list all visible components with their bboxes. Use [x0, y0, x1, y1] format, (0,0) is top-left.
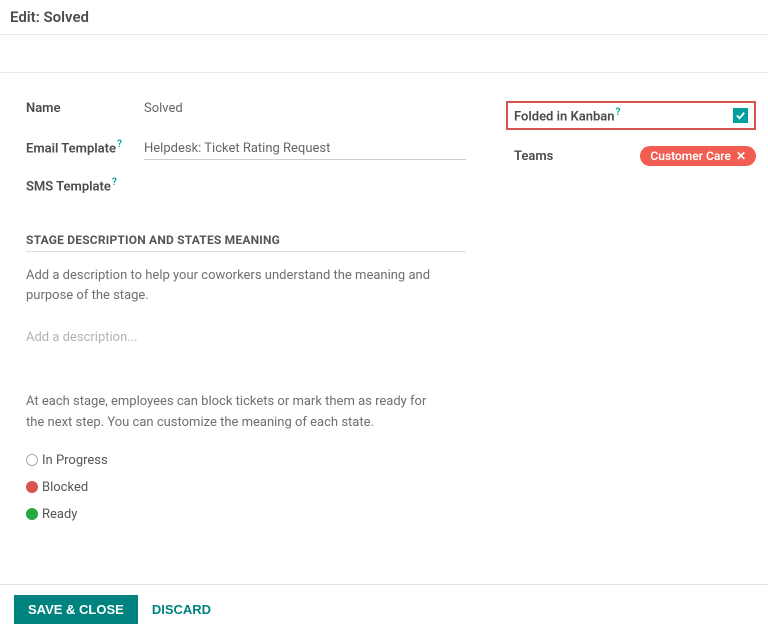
team-tag[interactable]: Customer Care ✕: [640, 146, 756, 166]
state-label: In Progress: [42, 453, 108, 468]
toolbar-spacer: [0, 35, 768, 73]
folded-checkbox[interactable]: [733, 108, 748, 123]
save-close-button[interactable]: SAVE & CLOSE: [14, 595, 138, 624]
state-dot-icon: [26, 508, 38, 520]
state-blocked[interactable]: Blocked: [26, 480, 466, 495]
tag-label: Customer Care: [650, 149, 731, 163]
right-column: Folded in Kanban? Teams Customer Care ✕: [506, 101, 756, 534]
state-ready[interactable]: Ready: [26, 507, 466, 522]
state-in-progress[interactable]: In Progress: [26, 453, 466, 468]
name-label: Name: [26, 101, 144, 116]
dialog-footer: SAVE & CLOSE DISCARD: [0, 584, 768, 634]
state-label: Ready: [42, 507, 77, 522]
name-value[interactable]: Solved: [144, 101, 466, 116]
sms-template-label: SMS Template?: [26, 177, 144, 194]
email-template-label: Email Template?: [26, 139, 144, 156]
description-placeholder[interactable]: Add a description...: [26, 328, 446, 348]
email-template-value[interactable]: [144, 139, 466, 160]
field-teams: Teams Customer Care ✕: [506, 146, 756, 166]
folded-label: Folded in Kanban?: [514, 107, 723, 124]
left-column: Name Solved Email Template? SMS Template…: [26, 101, 466, 534]
state-dot-icon: [26, 454, 38, 466]
remove-icon[interactable]: ✕: [736, 149, 746, 163]
check-icon: [735, 110, 746, 121]
dialog-header: Edit: Solved: [0, 0, 768, 35]
help-icon[interactable]: ?: [112, 177, 117, 188]
help-icon[interactable]: ?: [117, 139, 122, 150]
help-icon[interactable]: ?: [616, 107, 621, 118]
field-folded-kanban: Folded in Kanban?: [506, 101, 756, 130]
state-dot-icon: [26, 481, 38, 493]
field-name: Name Solved: [26, 101, 466, 125]
email-template-input[interactable]: [144, 139, 466, 160]
teams-label: Teams: [514, 149, 640, 164]
states-list: In Progress Blocked Ready: [26, 453, 466, 522]
section-help-text: Add a description to help your coworkers…: [26, 266, 446, 306]
highlight-box: Folded in Kanban?: [506, 101, 756, 130]
form-body: Name Solved Email Template? SMS Template…: [0, 73, 768, 574]
state-label: Blocked: [42, 480, 88, 495]
states-help-text: At each stage, employees can block ticke…: [26, 392, 446, 432]
discard-button[interactable]: DISCARD: [152, 602, 211, 617]
section-title: STAGE DESCRIPTION AND STATES MEANING: [26, 233, 466, 252]
field-email-template: Email Template?: [26, 139, 466, 163]
field-sms-template: SMS Template?: [26, 177, 466, 201]
dialog-title: Edit: Solved: [10, 8, 758, 26]
